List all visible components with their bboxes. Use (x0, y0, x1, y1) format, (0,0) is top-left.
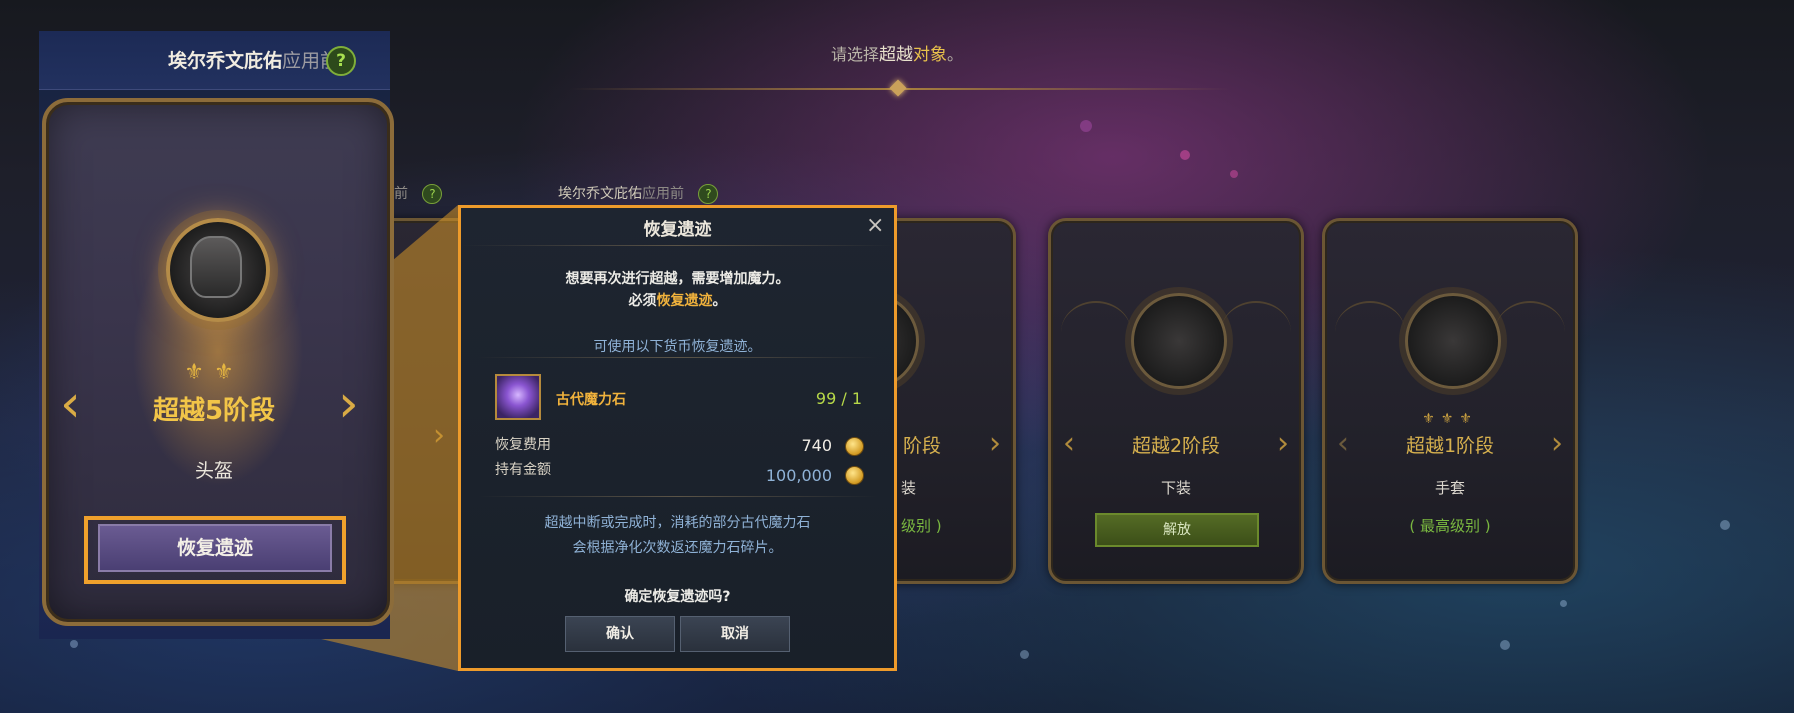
message-text: 必须 (628, 293, 657, 309)
stage-label: 超越5阶段 (152, 396, 276, 426)
cancel-button[interactable]: 取消 (680, 616, 790, 652)
refund-info-line1: 超越中断或完成时，消耗的部分古代魔力石 (544, 515, 811, 531)
lotus-icon: ⚜⚜ (184, 360, 244, 385)
purple-crystal-icon (495, 374, 541, 420)
cost-label: 恢复费用 (495, 437, 551, 453)
restore-relic-button[interactable]: 恢复遗迹 (98, 524, 332, 572)
confirm-question: 确定恢复遗迹吗? (624, 589, 731, 605)
confirm-button[interactable]: 确认 (565, 616, 675, 652)
held-amount-label: 持有金额 (495, 462, 551, 478)
message-text: 。 (712, 293, 727, 309)
gold-coin-icon (845, 437, 864, 456)
dialog-divider (478, 496, 878, 497)
close-icon[interactable]: × (866, 215, 884, 237)
gold-coin-icon (845, 466, 864, 485)
dialog-message-line2: 必须恢复遗迹。 (461, 290, 894, 310)
helmet-icon (190, 236, 242, 298)
highlight-header-title: 埃尔乔文庇佑应用前 (39, 46, 339, 73)
dialog-title: 恢复遗迹 (643, 220, 712, 240)
part-name: 头盔 (194, 460, 233, 482)
help-icon[interactable]: ? (326, 46, 356, 76)
item-name: 古代魔力石 (556, 392, 626, 408)
dialog-divider (461, 245, 894, 246)
blessing-title: 埃尔乔文庇佑 (167, 50, 282, 72)
dialog-divider (478, 357, 878, 358)
item-count: 99 / 1 (815, 389, 862, 408)
dialog-message-line1: 想要再次进行超越，需要增加魔力。 (565, 271, 790, 287)
message-highlight: 恢复遗迹 (656, 293, 713, 309)
held-amount-value: 100,000 (765, 466, 832, 485)
currency-notice: 可使用以下货币恢复遗迹。 (593, 339, 762, 355)
cost-value: 740 (801, 436, 832, 455)
chevron-right-icon[interactable]: › (338, 378, 359, 430)
refund-info-line2: 会根据净化次数返还魔力石碎片。 (572, 540, 783, 556)
